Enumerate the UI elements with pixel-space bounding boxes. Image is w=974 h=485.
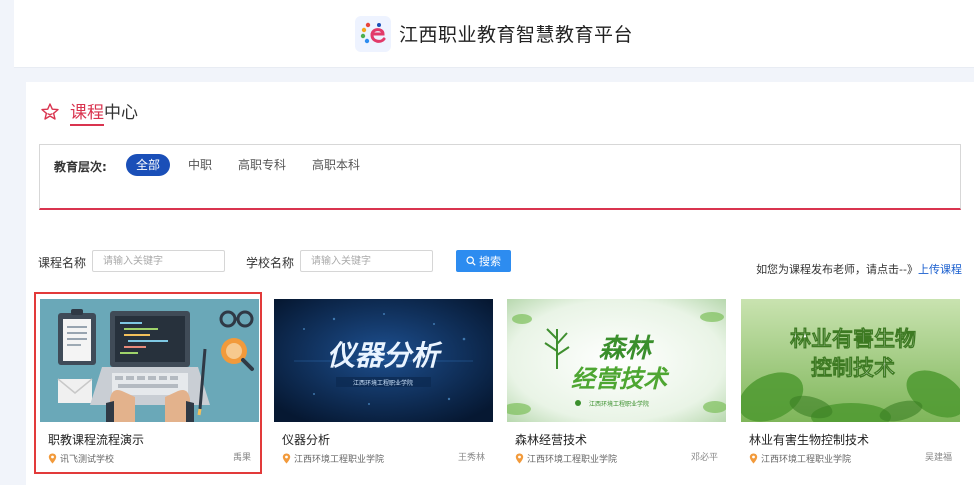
course-card[interactable]: 仪器分析 江西环境工程职业学院 仪器分析 江西环境工程职业学院 王秀林 [274,299,493,469]
course-school-name: 江西环境工程职业学院 [761,455,852,465]
search-button-label: 搜索 [479,255,501,268]
filter-option-secondary[interactable]: 中职 [178,154,222,176]
course-school: 江西环境工程职业学院 [515,452,617,465]
filter-label: 教育层次: [54,160,107,174]
section-title-highlight: 课程 [70,98,104,126]
course-center-panel: 课程 中心 教育层次: 全部 中职 高职专科 高职本科 课程名称 学校名称 搜索… [26,82,974,485]
upload-course-link[interactable]: 上传课程 [918,263,962,276]
search-bar: 课程名称 学校名称 搜索 如您为课程发布老师，请点击--》上传课程 [38,250,962,277]
course-title[interactable]: 森林经营技术 [515,431,587,448]
filter-option-all[interactable]: 全部 [126,154,171,176]
course-name-input[interactable] [92,250,225,272]
course-title[interactable]: 职教课程流程演示 [48,431,144,448]
cover-subtitle-text: 江西环境工程职业学院 [589,400,649,408]
search-icon [466,256,476,266]
course-cover-image: 森林 经营技术 江西环境工程职业学院 [507,299,726,422]
site-title: 江西职业教育智慧教育平台 [398,24,633,46]
filter-option-vocational-bachelor[interactable]: 高职本科 [302,154,370,176]
course-title[interactable]: 林业有害生物控制技术 [749,431,869,448]
flower-outline-icon [41,103,59,120]
course-teacher: 王秀林 [457,453,485,463]
course-card[interactable]: 森林 经营技术 江西环境工程职业学院 森林经营技术 江西环境工程职业学院 邓必平 [507,299,726,469]
school-name-input[interactable] [300,250,433,272]
course-teacher: 吴建福 [924,453,952,463]
cover-title-line2: 控制技术 [811,356,895,380]
course-cover-image: 仪器分析 江西环境工程职业学院 [274,299,493,422]
cover-subtitle-text: 江西环境工程职业学院 [353,379,413,387]
cover-title-line1: 林业有害生物 [790,327,916,351]
course-cover-image [40,299,259,422]
top-header: 江西职业教育智慧教育平台 [14,0,974,68]
course-cover-image: 林业有害生物 控制技术 [741,299,960,422]
cover-title-line2: 经营技术 [571,365,670,393]
course-school-name: 江西环境工程职业学院 [294,455,385,465]
course-teacher: 禹果 [232,453,251,463]
course-school-name: 讯飞测试学校 [60,455,115,465]
education-level-filter: 教育层次: 全部 中职 高职专科 高职本科 [39,144,961,210]
cover-title-text: 仪器分析 [327,339,443,372]
course-school: 江西环境工程职业学院 [282,452,384,465]
school-name-label: 学校名称 [246,256,295,270]
location-pin-icon [749,453,758,464]
course-school-name: 江西环境工程职业学院 [527,455,618,465]
location-pin-icon [48,453,57,464]
course-card[interactable]: 林业有害生物 控制技术 林业有害生物控制技术 江西环境工程职业学院 吴建福 [741,299,960,469]
upload-tip-text: 如您为课程发布老师，请点击--》 [756,263,918,276]
search-button[interactable]: 搜索 [456,250,511,272]
course-school: 江西环境工程职业学院 [749,452,851,465]
course-school: 讯飞测试学校 [48,452,114,465]
platform-logo-icon[interactable] [354,15,391,52]
section-title-rest: 中心 [104,103,138,123]
location-pin-icon [282,453,291,464]
course-card[interactable]: 职教课程流程演示 讯飞测试学校 禹果 [40,299,259,469]
course-title[interactable]: 仪器分析 [282,431,330,448]
course-name-label: 课程名称 [38,256,87,270]
cover-title-line1: 森林 [599,334,655,364]
location-pin-icon [515,453,524,464]
upload-tip: 如您为课程发布老师，请点击--》上传课程 [756,261,962,277]
section-title: 课程 中心 [40,98,138,126]
filter-option-vocational-college[interactable]: 高职专科 [228,154,296,176]
course-teacher: 邓必平 [690,453,718,463]
